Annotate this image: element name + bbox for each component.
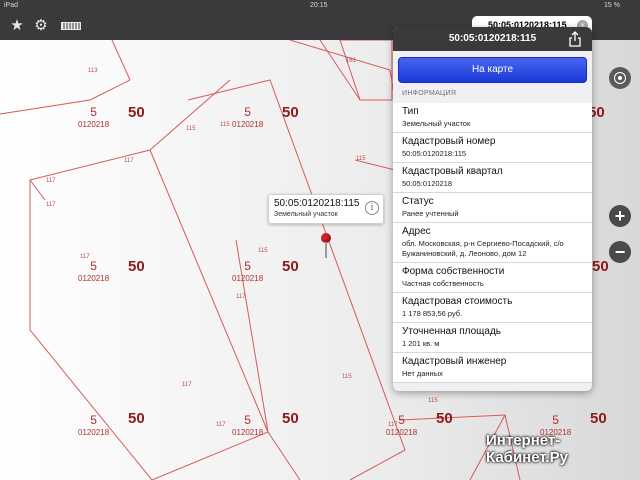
- parcel-id: 115: [186, 126, 196, 132]
- district-label: 50: [592, 258, 609, 275]
- parcel-id: 117: [388, 422, 398, 428]
- info-row-cadastral-value: Кадастровая стоимость 1 178 853,56 руб.: [393, 293, 592, 323]
- section-header: ИНФОРМАЦИЯ: [402, 90, 457, 97]
- district-label: 50: [128, 410, 145, 427]
- layers-toggle-icon[interactable]: [60, 17, 82, 35]
- parcel-id: 117: [80, 254, 90, 260]
- parcel-info-panel: 50:05:0120218:115 На карте ИНФОРМАЦИЯ Ти…: [393, 27, 592, 391]
- info-row-status: Статус Ранее учтенный: [393, 193, 592, 223]
- callout-title: 50:05:0120218:115: [274, 198, 360, 209]
- parcel-id: 115: [342, 374, 352, 380]
- parcel-callout[interactable]: 50:05:0120218:115 Земельный участок i: [268, 194, 384, 224]
- district-label: 50: [128, 104, 145, 121]
- share-icon[interactable]: [568, 31, 582, 47]
- callout-subtitle: Земельный участок: [274, 211, 338, 218]
- info-row-ownership: Форма собственности Частная собственность: [393, 263, 592, 293]
- map-pin-stem: [325, 242, 327, 258]
- carrier-label: iPad: [4, 2, 19, 9]
- parcel-id: 117: [46, 202, 56, 208]
- parcel-id: 117: [124, 158, 134, 164]
- parcel-label: 5 0120218: [232, 105, 264, 129]
- parcel-id: 115: [428, 398, 438, 404]
- parcel-id: 115: [220, 122, 230, 128]
- info-row-type: Тип Земельный участок: [393, 103, 592, 133]
- my-location-icon[interactable]: [609, 67, 631, 89]
- site-watermark: Интернет- Кабинет.Ру: [486, 432, 568, 466]
- parcel-id: 117: [216, 422, 226, 428]
- district-label: 50: [128, 258, 145, 275]
- show-on-map-button[interactable]: На карте: [398, 57, 587, 83]
- battery-label: 15 %: [604, 2, 620, 9]
- parcel-id: 115: [356, 156, 366, 162]
- parcel-label: 5 0120218: [78, 413, 110, 437]
- district-label: 50: [436, 410, 453, 427]
- parcel-label: 5 0120218: [232, 259, 264, 283]
- parcel-id: 161: [346, 58, 357, 64]
- parcel-id: 117: [46, 178, 56, 184]
- district-label: 50: [282, 410, 299, 427]
- district-label: 50: [282, 104, 299, 121]
- zoom-out-button[interactable]: −: [609, 241, 631, 263]
- status-bar: iPad 20:15 15 %: [0, 0, 640, 12]
- favorites-star-icon[interactable]: ★: [8, 17, 26, 35]
- info-row-cadastral-number: Кадастровый номер 50:05:0120218:115: [393, 133, 592, 163]
- district-label: 50: [282, 258, 299, 275]
- info-row-cadastral-quarter: Кадастровый квартал 50:05:0120218: [393, 163, 592, 193]
- parcel-id: 117: [182, 382, 192, 388]
- clock: 20:15: [310, 2, 328, 9]
- settings-gears-icon[interactable]: ⚙: [32, 17, 50, 35]
- panel-title: 50:05:0120218:115: [448, 33, 537, 44]
- parcel-label: 5 0120218: [232, 413, 264, 437]
- info-icon[interactable]: i: [365, 201, 379, 215]
- zoom-in-button[interactable]: +: [609, 205, 631, 227]
- parcel-id: 115: [258, 248, 268, 254]
- info-row-engineer: Кадастровый инженер Нет данных: [393, 353, 592, 383]
- district-label: 50: [590, 410, 607, 427]
- parcel-label: 5 0120218: [78, 259, 110, 283]
- info-row-address: Адрес обл. Московская, р-н Сергиево-Посад…: [393, 223, 592, 263]
- panel-header: 50:05:0120218:115: [393, 27, 592, 51]
- parcel-id: 113: [88, 68, 98, 74]
- parcel-label: 5 0120218: [78, 105, 110, 129]
- info-row-area: Уточненная площадь 1 201 кв. м: [393, 323, 592, 353]
- info-list: Тип Земельный участок Кадастровый номер 50…: [393, 103, 592, 383]
- parcel-id: 117: [236, 294, 246, 300]
